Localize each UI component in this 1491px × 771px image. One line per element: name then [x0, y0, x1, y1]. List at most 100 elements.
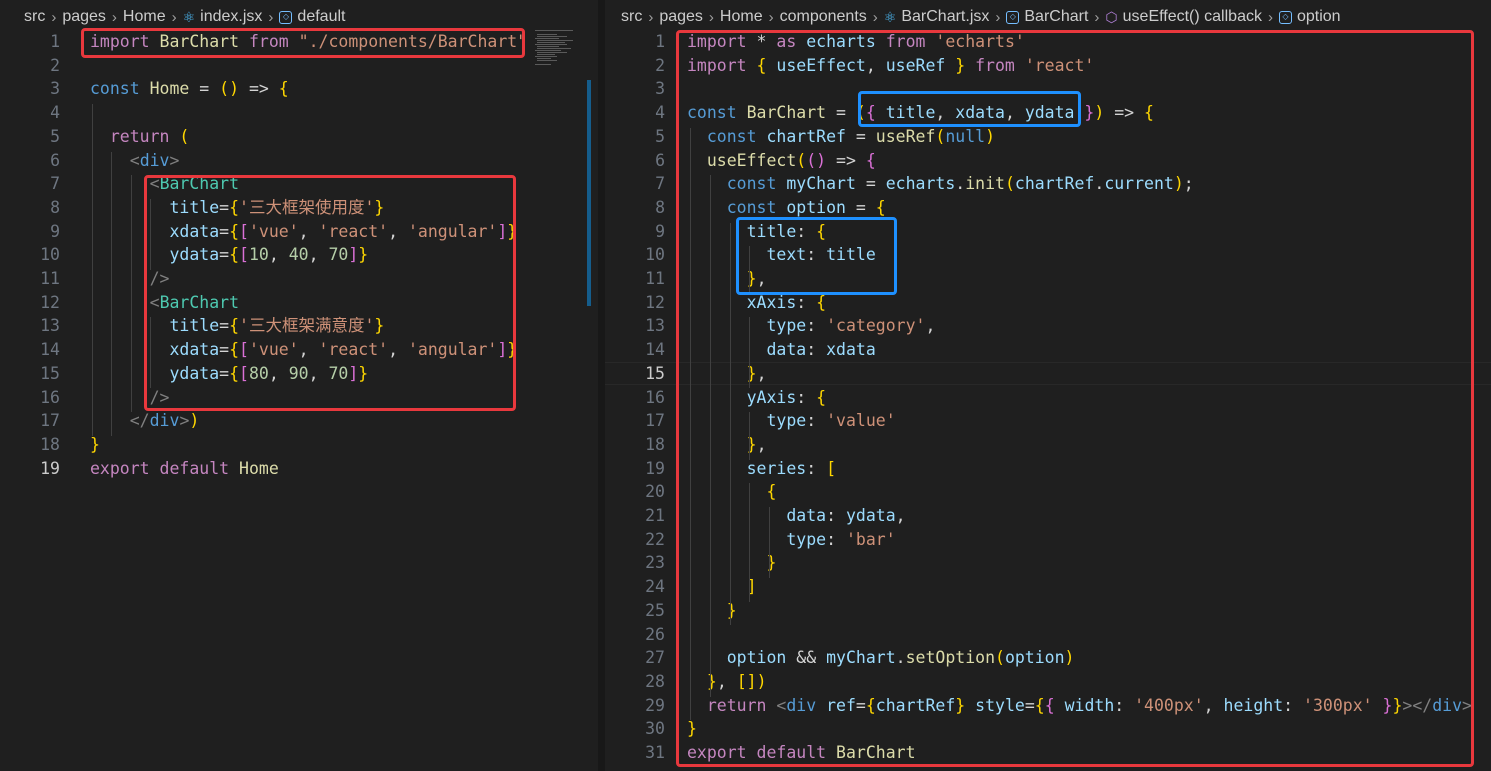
code-line[interactable]: 28 }, [])	[605, 670, 1491, 694]
line-number: 13	[40, 316, 60, 336]
split-divider[interactable]	[598, 0, 605, 771]
code-line[interactable]: 11 },	[605, 267, 1491, 291]
code-line[interactable]: 24 ]	[605, 575, 1491, 599]
code-text: {	[766, 482, 777, 502]
code-line[interactable]: 31 export default BarChart	[605, 741, 1491, 765]
minimap-line	[535, 64, 551, 65]
code-line[interactable]: 12 xAxis: {	[605, 291, 1491, 315]
code-line[interactable]: 22 type: 'bar'	[605, 528, 1491, 552]
code-line[interactable]: 13 title={'三大框架满意度'}	[0, 314, 598, 338]
minimap-line	[537, 42, 565, 43]
breadcrumb-item[interactable]: src	[621, 8, 642, 26]
breadcrumb-item[interactable]: ◇ option	[1278, 8, 1341, 26]
code-line[interactable]: 13 type: 'category',	[605, 314, 1491, 338]
code-line[interactable]: 9 title: {	[605, 220, 1491, 244]
code-line[interactable]: 4 const BarChart = ({ title, xdata, ydata…	[605, 101, 1491, 125]
breadcrumb-label: BarChart	[1024, 8, 1089, 25]
minimap-line	[537, 52, 567, 53]
code-line[interactable]: 27 option && myChart.setOption(option)	[605, 646, 1491, 670]
line-number: 19	[40, 458, 60, 478]
breadcrumb-item[interactable]: components	[780, 8, 867, 26]
left-editor-pane[interactable]: src › pages › Home › ⚛ index.jsx › ◇ default 1 impo…	[0, 0, 598, 771]
code-line[interactable]: 29 return <div ref={chartRef} style={{ w…	[605, 694, 1491, 718]
code-line[interactable]: 19 export default Home	[0, 457, 598, 481]
chevron-right-icon: ›	[648, 8, 654, 26]
code-text: yAxis: {	[746, 387, 827, 407]
code-line[interactable]: 16 />	[0, 386, 598, 410]
code-line[interactable]: 25 }	[605, 599, 1491, 623]
code-text: return <div ref={chartRef} style={{ widt…	[706, 695, 1472, 715]
code-line[interactable]: 2	[0, 54, 598, 78]
line-number: 10	[645, 245, 665, 265]
line-number: 1	[50, 32, 60, 51]
code-line[interactable]: 14 xdata={['vue', 'react', 'angular']}	[0, 338, 598, 362]
code-line[interactable]: 23 }	[605, 551, 1491, 575]
code-text: type: 'value'	[766, 411, 896, 431]
code-line[interactable]: 8 title={'三大框架使用度'}	[0, 196, 598, 220]
code-line[interactable]: 4	[0, 101, 598, 125]
code-line[interactable]: 8 const option = {	[605, 196, 1491, 220]
code-line[interactable]: 9 xdata={['vue', 'react', 'angular']}	[0, 220, 598, 244]
code-text: const myChart = echarts.init(chartRef.cu…	[726, 174, 1194, 194]
indent-guide	[111, 151, 112, 436]
code-line[interactable]: 6 useEffect(() => {	[605, 149, 1491, 173]
breadcrumb-item[interactable]: Home	[720, 8, 763, 26]
code-line[interactable]: 1 import BarChart from "./components/BarC…	[0, 30, 598, 54]
breadcrumb-label: components	[779, 8, 867, 25]
code-line[interactable]: 16 yAxis: {	[605, 386, 1491, 410]
vertical-scrollbar[interactable]	[587, 80, 591, 306]
right-editor-pane[interactable]: src › pages › Home › components › ⚛ BarChart.jsx ›…	[605, 0, 1491, 771]
breadcrumb-label: src	[621, 8, 643, 25]
code-text: import * as echarts from 'echarts'	[687, 32, 1025, 51]
code-line[interactable]: 5 return (	[0, 125, 598, 149]
code-line[interactable]: 21 data: ydata,	[605, 504, 1491, 528]
code-line[interactable]: 10 text: title	[605, 243, 1491, 267]
code-line[interactable]: 15 ydata={[80, 90, 70]}	[0, 362, 598, 386]
code-line[interactable]: 19 series: [	[605, 457, 1491, 481]
breadcrumb-item[interactable]: Home	[123, 8, 166, 26]
breadcrumb-item[interactable]: ◇ BarChart	[1006, 8, 1088, 26]
chevron-right-icon: ›	[51, 8, 57, 26]
code-line[interactable]: 20 {	[605, 480, 1491, 504]
line-number: 9	[655, 221, 665, 241]
code-line[interactable]: 2 import { useEffect, useRef } from 'reac…	[605, 54, 1491, 78]
code-line[interactable]: 18}	[0, 433, 598, 457]
breadcrumb-item[interactable]: ⚛ BarChart.jsx	[884, 8, 990, 26]
chevron-right-icon: ›	[171, 8, 177, 26]
code-line[interactable]: 6 <div>	[0, 149, 598, 173]
code-line[interactable]: 5 const chartRef = useRef(null)	[605, 125, 1491, 149]
code-line[interactable]: 26	[605, 623, 1491, 647]
breadcrumb-item[interactable]: ⚛ index.jsx	[183, 8, 263, 26]
breadcrumb-item[interactable]: pages	[659, 8, 703, 26]
breadcrumb: src › pages › Home › ⚛ index.jsx › ◇ default	[0, 0, 598, 34]
line-number: 16	[645, 387, 665, 407]
breadcrumb-item[interactable]: ⬡ useEffect() callback	[1105, 8, 1262, 26]
code-line[interactable]: 3 const Home = () => {	[0, 77, 598, 101]
indent-guide	[710, 175, 711, 697]
code-line[interactable]: 18 },	[605, 433, 1491, 457]
breadcrumb-item[interactable]: pages	[62, 8, 106, 26]
line-number: 8	[50, 197, 60, 217]
code-line[interactable]: 1 import * as echarts from 'echarts'	[605, 30, 1491, 54]
line-number: 14	[645, 340, 665, 360]
code-line[interactable]: 10 ydata={[10, 40, 70]}	[0, 243, 598, 267]
code-line[interactable]: 17 </div>)	[0, 409, 598, 433]
code-line[interactable]: 7 const myChart = echarts.init(chartRef.…	[605, 172, 1491, 196]
code-line[interactable]: 30}	[605, 717, 1491, 741]
code-line[interactable]: 3	[605, 77, 1491, 101]
code-line[interactable]: 14 data: xdata	[605, 338, 1491, 362]
react-icon: ⚛	[182, 8, 196, 25]
code-line[interactable]: 15 },	[605, 361, 1491, 386]
breadcrumb-item[interactable]: src	[24, 8, 45, 26]
react-icon: ⚛	[883, 8, 897, 25]
line-number: 11	[40, 269, 60, 288]
symbol-icon: ◇	[1278, 10, 1292, 24]
indent-guide	[690, 127, 691, 721]
minimap-line	[537, 40, 573, 41]
code-line[interactable]: 7 <BarChart	[0, 172, 598, 196]
code-line[interactable]: 17 type: 'value'	[605, 409, 1491, 433]
minimap[interactable]	[533, 30, 578, 70]
breadcrumb-item[interactable]: ◇ default	[279, 8, 345, 26]
code-line[interactable]: 11 />	[0, 267, 598, 291]
code-line[interactable]: 12 <BarChart	[0, 291, 598, 315]
